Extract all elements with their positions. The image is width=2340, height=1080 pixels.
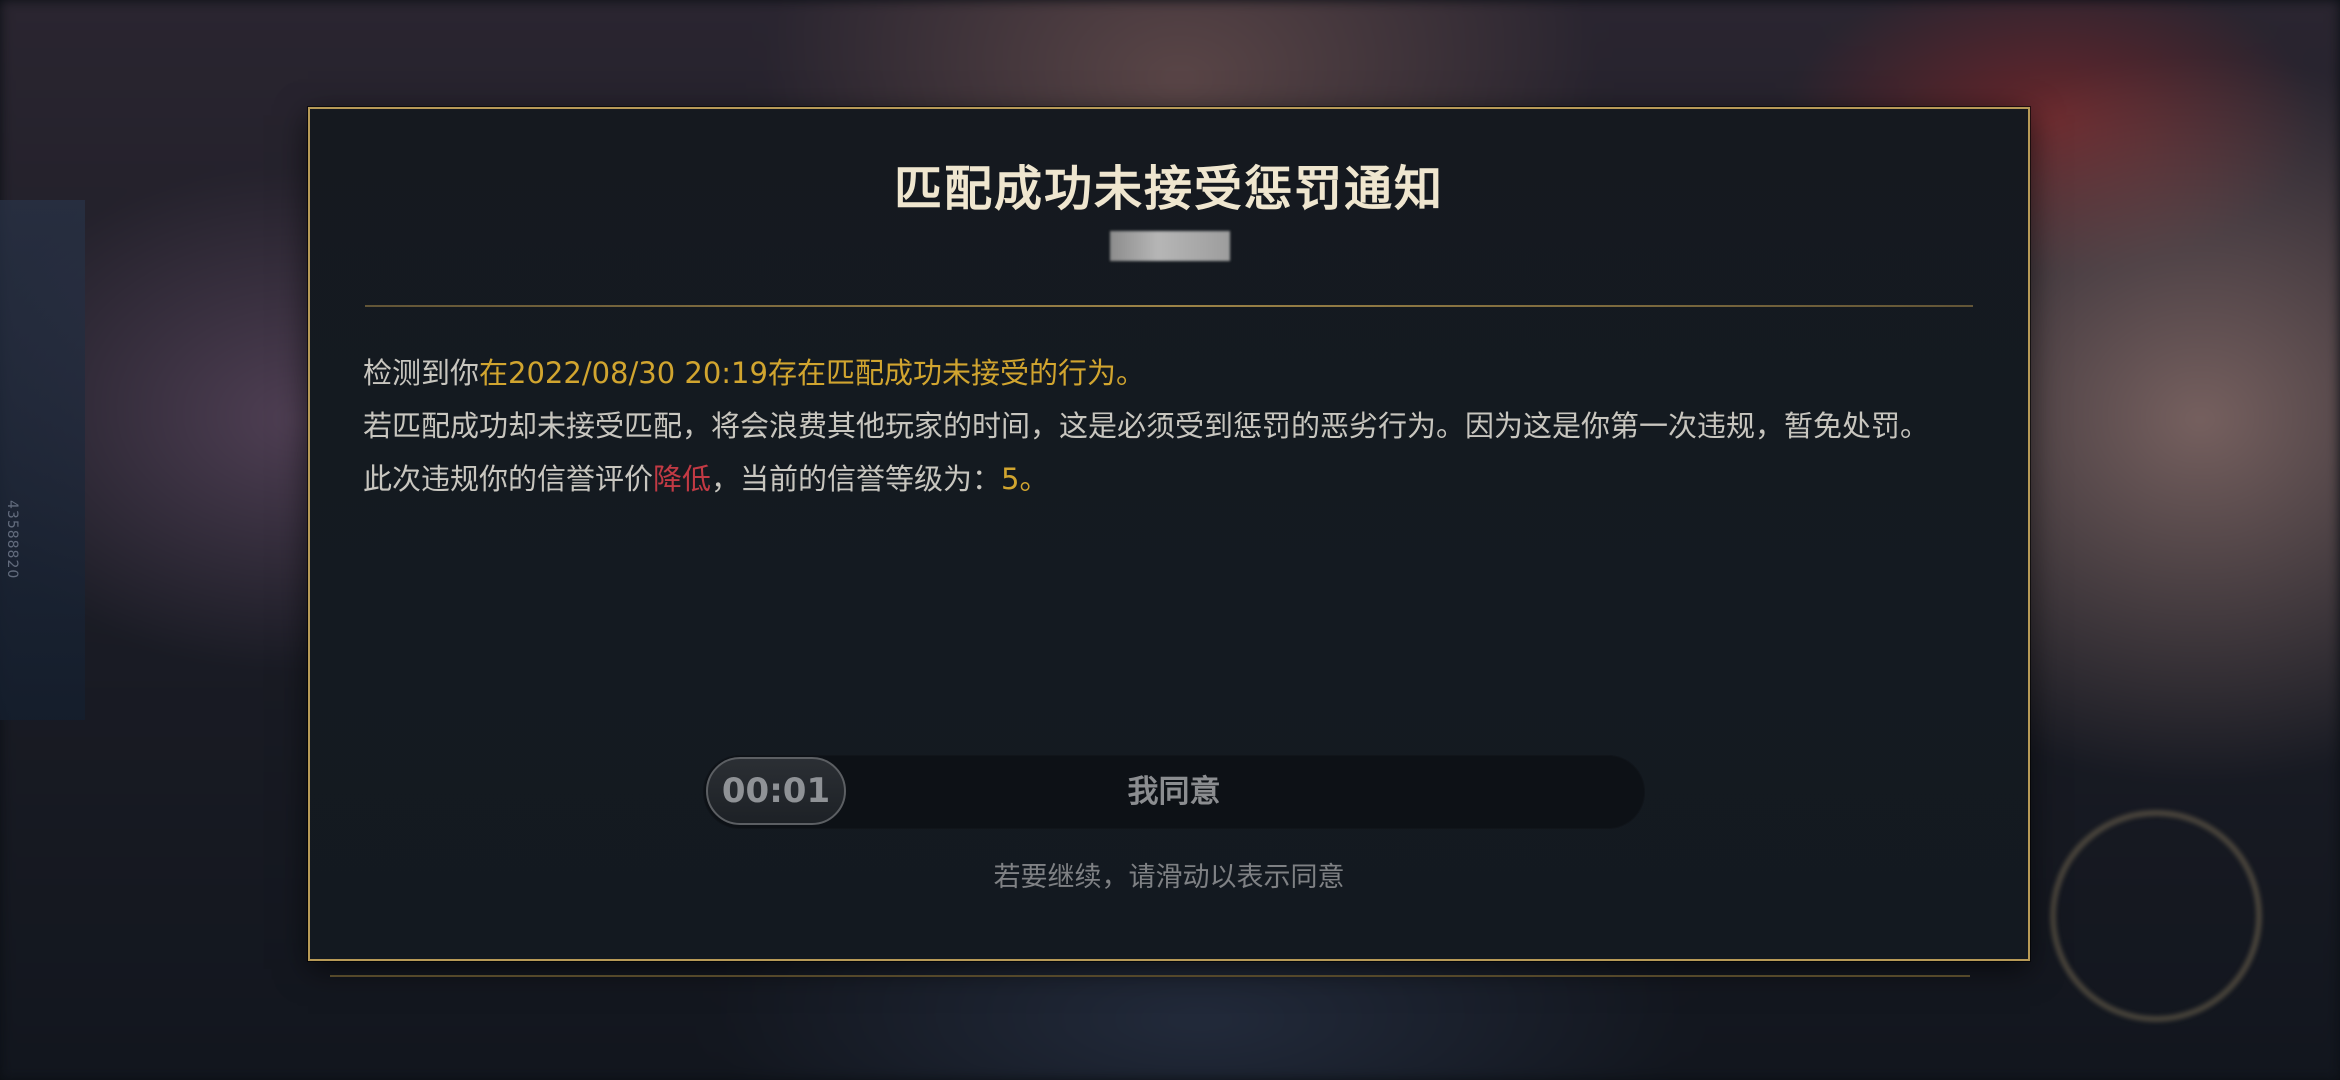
dialog-bottom-trim <box>330 965 1970 977</box>
agree-slider-handle[interactable]: 00:01 <box>706 757 846 825</box>
reputation-drop-text: 降低 <box>653 462 712 496</box>
agree-slider[interactable]: 我同意 00:01 <box>703 755 1645 829</box>
violation-time-text: 在2022/08/30 20:19存在匹配成功未接受的行为。 <box>479 356 1145 390</box>
message-line-1-prefix: 检测到你 <box>363 356 480 390</box>
background-ring-decoration <box>2050 810 2262 1022</box>
message-line-3-prefix: 此次违规你的信誉评价 <box>363 462 654 496</box>
slide-hint-text: 若要继续，请滑动以表示同意 <box>993 862 1345 893</box>
message-line-2: 若匹配成功却未接受匹配，将会浪费其他玩家的时间，这是必须受到惩罚的恶劣行为。因为… <box>363 409 1930 443</box>
background-side-panel <box>0 200 85 720</box>
message-line-1: 检测到你在2022/08/30 20:19存在匹配成功未接受的行为。 <box>363 347 1983 400</box>
screen: 43588820 匹配成功未接受惩罚通知 检测到你在2022/08/30 20:… <box>0 0 2340 1080</box>
message-line-3: 此次违规你的信誉评价降低，当前的信誉等级为：5。 <box>363 453 1983 506</box>
penalty-notice-dialog: 匹配成功未接受惩罚通知 检测到你在2022/08/30 20:19存在匹配成功未… <box>308 107 2030 961</box>
dialog-title: 匹配成功未接受惩罚通知 <box>893 161 1444 217</box>
redacted-subtitle <box>1110 231 1230 261</box>
reputation-level-value: 5。 <box>1001 462 1049 496</box>
message-body: 检测到你在2022/08/30 20:19存在匹配成功未接受的行为。 若匹配成功… <box>363 347 1983 506</box>
message-line-3-mid: ，当前的信誉等级为： <box>711 462 1002 496</box>
title-divider <box>365 305 1973 307</box>
background-side-text: 43588820 <box>4 500 20 580</box>
